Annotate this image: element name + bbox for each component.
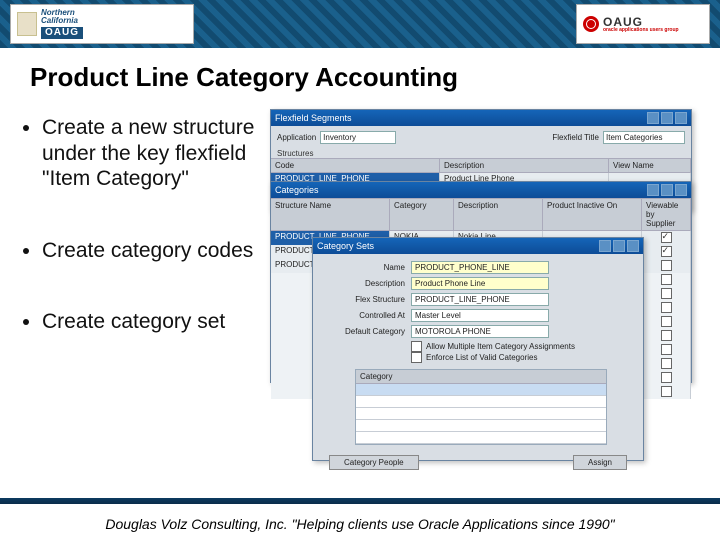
header-bar: Northern California OAUG OAUG oracle app… xyxy=(0,0,720,48)
field-application[interactable]: Inventory xyxy=(320,131,396,144)
logo-left-badge: OAUG xyxy=(41,27,83,39)
check-enforce-list[interactable] xyxy=(411,352,422,363)
col-viewable: Viewable by Supplier xyxy=(642,199,691,230)
label-enforce-list: Enforce List of Valid Categories xyxy=(426,353,537,362)
title-w1: Flexfield Segments xyxy=(275,113,352,123)
w2-table-head: Structure Name Category Description Prod… xyxy=(271,198,691,231)
max-icon[interactable] xyxy=(613,240,625,252)
checkbox-icon[interactable] xyxy=(661,302,672,313)
col-desc: Description xyxy=(440,159,609,172)
cell-check xyxy=(642,245,691,259)
check-allow-multiple[interactable] xyxy=(411,341,422,352)
globe-icon xyxy=(583,16,599,32)
close-icon[interactable] xyxy=(675,112,687,124)
titlebar-w3: Category Sets xyxy=(313,238,643,254)
checkbox-icon[interactable] xyxy=(661,330,672,341)
logo-left-line2: California xyxy=(41,17,83,25)
titlebar-w1: Flexfield Segments xyxy=(271,110,691,126)
field-flexfield[interactable]: Item Categories xyxy=(603,131,685,144)
logo-right-small: oracle applications users group xyxy=(603,28,679,33)
logo-left: Northern California OAUG xyxy=(10,4,194,44)
close-icon[interactable] xyxy=(627,240,639,252)
title-w3: Category Sets xyxy=(317,241,374,251)
field-desc[interactable]: Product Phone Line xyxy=(411,277,549,290)
checkbox-icon[interactable] xyxy=(661,246,672,257)
screenshot-stack: Flexfield Segments Application Inventory… xyxy=(270,109,690,469)
col-category: Category xyxy=(390,199,454,230)
checkbox-icon[interactable] xyxy=(661,288,672,299)
bullet-1: Create a new structure under the key fle… xyxy=(42,115,270,192)
label-desc: Description xyxy=(319,279,411,288)
grid-row[interactable] xyxy=(356,396,606,408)
close-icon[interactable] xyxy=(675,184,687,196)
footer-divider xyxy=(0,498,720,504)
field-name[interactable]: PRODUCT_PHONE_LINE xyxy=(411,261,549,274)
label-flex: Flex Structure xyxy=(319,295,411,304)
cell-check xyxy=(642,231,691,245)
cell-check xyxy=(642,259,691,273)
checkbox-icon[interactable] xyxy=(661,260,672,271)
window-category-sets: Category Sets NamePRODUCT_PHONE_LINE Des… xyxy=(312,237,644,461)
field-ctrl[interactable]: Master Level xyxy=(411,309,549,322)
label-def: Default Category xyxy=(319,327,411,336)
min-icon[interactable] xyxy=(599,240,611,252)
checkbox-icon[interactable] xyxy=(661,386,672,397)
logo-right: OAUG oracle applications users group xyxy=(576,4,710,44)
max-icon[interactable] xyxy=(661,184,673,196)
footer-text: Douglas Volz Consulting, Inc. "Helping c… xyxy=(0,516,720,532)
grid-row[interactable] xyxy=(356,384,606,396)
min-icon[interactable] xyxy=(647,112,659,124)
min-icon[interactable] xyxy=(647,184,659,196)
col-structure: Structure Name xyxy=(271,199,390,230)
label-ctrl: Controlled At xyxy=(319,311,411,320)
col-view: View Name xyxy=(609,159,691,172)
bullet-column: Create a new structure under the key fle… xyxy=(20,109,270,469)
state-icon xyxy=(17,12,37,36)
checkbox-icon[interactable] xyxy=(661,232,672,243)
field-flex[interactable]: PRODUCT_LINE_PHONE xyxy=(411,293,549,306)
col-code: Code xyxy=(271,159,440,172)
button-category-people[interactable]: Category People xyxy=(329,455,419,470)
checkbox-icon[interactable] xyxy=(661,372,672,383)
max-icon[interactable] xyxy=(661,112,673,124)
bullet-3: Create category set xyxy=(42,309,270,335)
checkbox-icon[interactable] xyxy=(661,274,672,285)
slide-title: Product Line Category Accounting xyxy=(30,62,720,93)
field-def[interactable]: MOTOROLA PHONE xyxy=(411,325,549,338)
label-name: Name xyxy=(319,263,411,272)
checkbox-icon[interactable] xyxy=(661,316,672,327)
col-inactive: Product Inactive On xyxy=(543,199,642,230)
bullet-2: Create category codes xyxy=(42,238,270,264)
checkbox-icon[interactable] xyxy=(661,358,672,369)
grid-row[interactable] xyxy=(356,432,606,444)
col-description: Description xyxy=(454,199,543,230)
titlebar-w2: Categories xyxy=(271,182,691,198)
logo-right-big: OAUG xyxy=(603,16,679,28)
checkbox-icon[interactable] xyxy=(661,344,672,355)
grid-header: Category xyxy=(356,370,606,384)
grid-row[interactable] xyxy=(356,420,606,432)
section-structures: Structures xyxy=(271,149,691,158)
title-w2: Categories xyxy=(275,185,319,195)
button-assign[interactable]: Assign xyxy=(573,455,627,470)
grid-row[interactable] xyxy=(356,408,606,420)
content-area: Create a new structure under the key fle… xyxy=(0,101,720,469)
label-application: Application xyxy=(277,133,316,142)
label-flexfield: Flexfield Title xyxy=(552,133,599,142)
category-grid: Category xyxy=(355,369,607,445)
w1-table-head: Code Description View Name xyxy=(271,158,691,173)
label-allow-multiple: Allow Multiple Item Category Assignments xyxy=(426,342,575,351)
